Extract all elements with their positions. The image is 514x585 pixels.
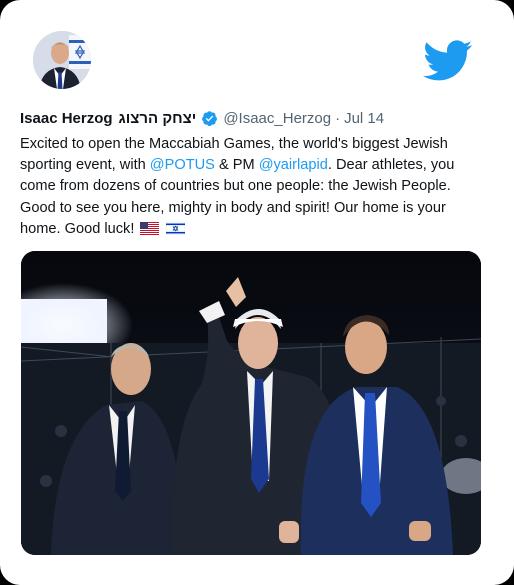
twitter-bird-icon[interactable] bbox=[423, 40, 473, 82]
tweet-header: Isaac Herzog יצחק הרצוג @Isaac_Herzog · … bbox=[20, 110, 484, 127]
israel-flag bbox=[165, 221, 185, 235]
tweet-text: Excited to open the Maccabiah Games, the… bbox=[20, 134, 482, 240]
verified-badge-icon bbox=[202, 111, 218, 127]
tweet-photo[interactable] bbox=[21, 251, 481, 555]
author-name[interactable]: Isaac Herzog bbox=[20, 110, 113, 127]
mention-potus[interactable]: @POTUS bbox=[150, 157, 215, 173]
avatar[interactable] bbox=[33, 31, 91, 89]
author-handle[interactable]: @Isaac_Herzog bbox=[223, 110, 331, 127]
tweet-date[interactable]: Jul 14 bbox=[344, 110, 384, 127]
author-name-hebrew[interactable]: יצחק הרצוג bbox=[119, 110, 197, 127]
tweet-card: Isaac Herzog יצחק הרצוג @Isaac_Herzog · … bbox=[0, 0, 514, 585]
mention-yairlapid[interactable]: @yairlapid bbox=[259, 157, 328, 173]
tweet-text-part: & PM bbox=[214, 157, 259, 174]
us-flag bbox=[140, 221, 160, 235]
separator-dot: · bbox=[335, 110, 341, 127]
